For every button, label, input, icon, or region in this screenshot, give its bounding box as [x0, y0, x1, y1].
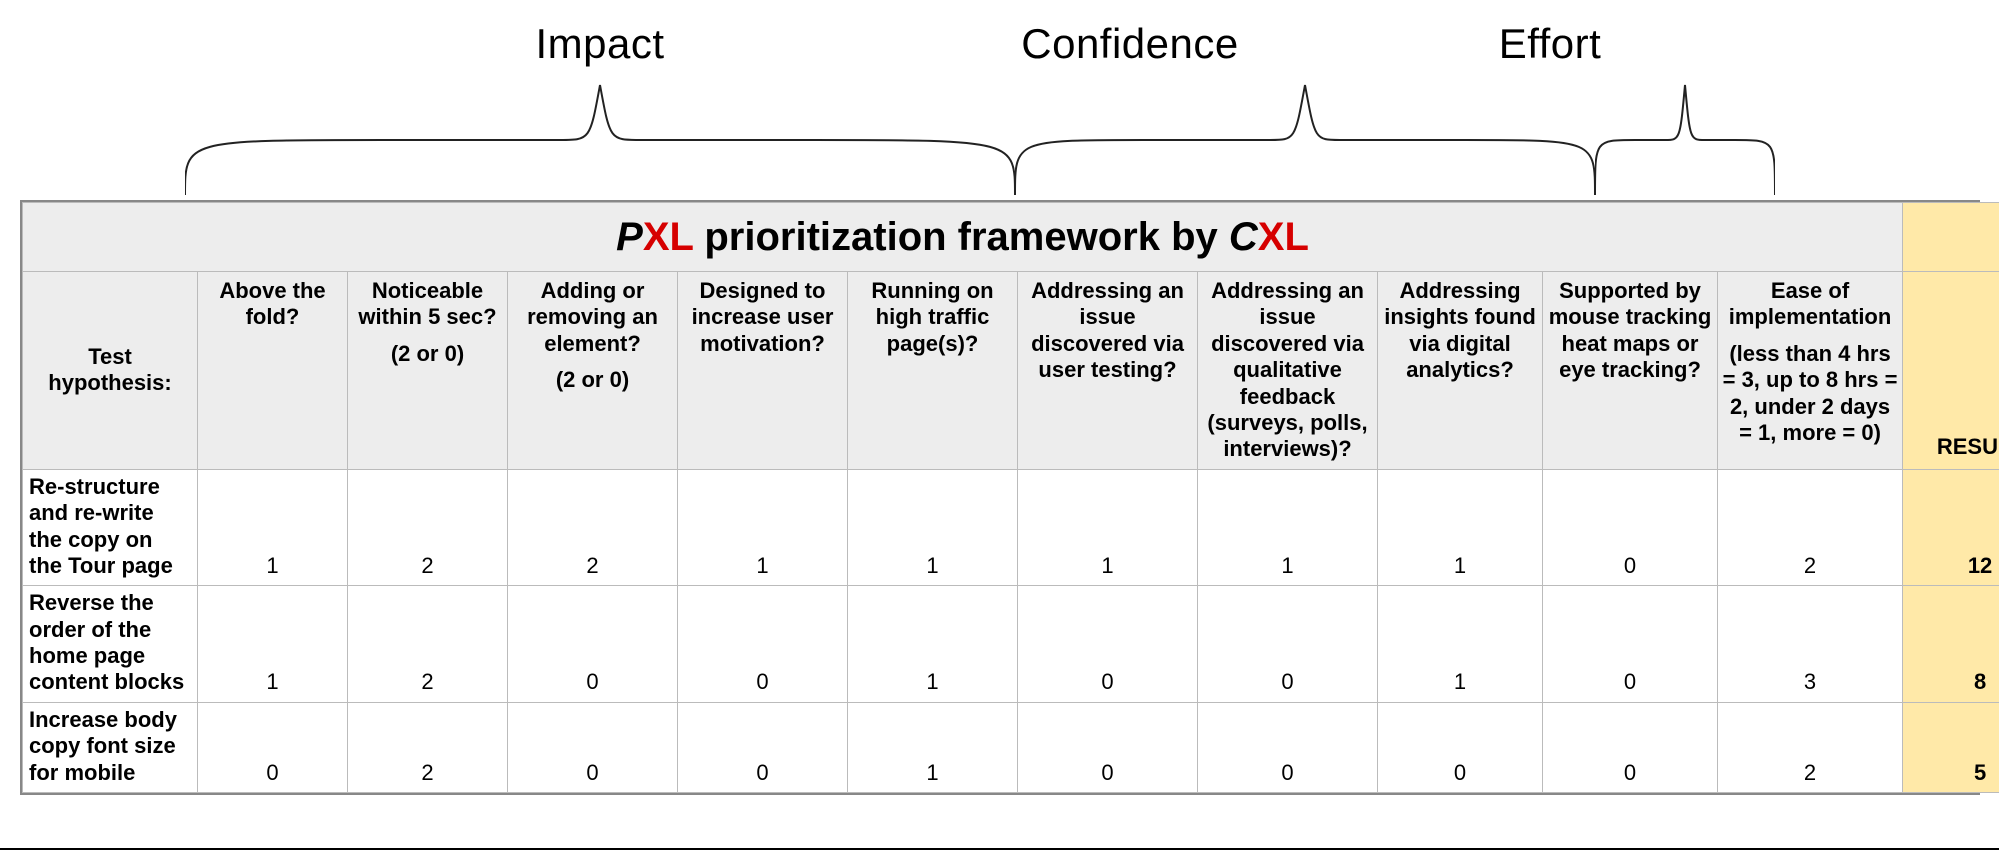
hypothesis-cell: Reverse the order of the home page conte…: [23, 586, 198, 703]
title-mid: prioritization framework by: [693, 215, 1229, 259]
header-mouse-track: Supported by mouse tracking heat maps or…: [1543, 272, 1718, 470]
value-cell: 2: [348, 469, 508, 586]
diagram-canvas: Impact Confidence Effort PXL prioritizat…: [0, 0, 1999, 852]
table-body: Re-structure and re-write the copy on th…: [23, 469, 1999, 792]
header-result: RESULT: [1903, 272, 1999, 470]
value-cell: 0: [1543, 469, 1718, 586]
value-cell: 0: [1543, 702, 1718, 792]
title-xl2: XL: [1258, 215, 1309, 259]
value-cell: 1: [198, 469, 348, 586]
value-cell: 2: [1718, 702, 1903, 792]
header-ease-sub: (less than 4 hrs = 3, up to 8 hrs = 2, u…: [1722, 341, 1898, 447]
group-label-effort: Effort: [1420, 20, 1680, 68]
result-cell: 5: [1903, 702, 1999, 792]
value-cell: 1: [1018, 469, 1198, 586]
value-cell: 1: [1198, 469, 1378, 586]
header-qualitative: Addressing an issue discovered via quali…: [1198, 272, 1378, 470]
value-cell: 0: [1198, 586, 1378, 703]
title-result-spacer: [1903, 203, 1999, 272]
value-cell: 2: [348, 586, 508, 703]
value-cell: 2: [508, 469, 678, 586]
value-cell: 1: [848, 469, 1018, 586]
table-row: Reverse the order of the home page conte…: [23, 586, 1999, 703]
value-cell: 0: [1018, 586, 1198, 703]
value-cell: 0: [198, 702, 348, 792]
title-p: P: [616, 215, 643, 259]
header-noticeable-sub: (2 or 0): [352, 341, 503, 367]
header-add-remove-sub: (2 or 0): [512, 367, 673, 393]
value-cell: 0: [1018, 702, 1198, 792]
hypothesis-cell: Re-structure and re-write the copy on th…: [23, 469, 198, 586]
value-cell: 1: [678, 469, 848, 586]
value-cell: 3: [1718, 586, 1903, 703]
header-add-remove: Adding or removing an element? (2 or 0): [508, 272, 678, 470]
value-cell: 0: [508, 586, 678, 703]
header-analytics: Addressing insights found via digital an…: [1378, 272, 1543, 470]
title-c: C: [1229, 215, 1258, 259]
value-cell: 0: [1198, 702, 1378, 792]
table-header-row: Test hypothesis: Above the fold? Noticea…: [23, 272, 1999, 470]
value-cell: 1: [1378, 469, 1543, 586]
group-label-impact: Impact: [470, 20, 730, 68]
value-cell: 0: [508, 702, 678, 792]
table-row: Increase body copy font size for mobile …: [23, 702, 1999, 792]
table-row: Re-structure and re-write the copy on th…: [23, 469, 1999, 586]
group-label-confidence: Confidence: [940, 20, 1320, 68]
header-ease-text: Ease of implementation: [1729, 278, 1892, 329]
table-title-row: PXL prioritization framework by CXL: [23, 203, 1999, 272]
hypothesis-cell: Increase body copy font size for mobile: [23, 702, 198, 792]
header-ease: Ease of implementation (less than 4 hrs …: [1718, 272, 1903, 470]
header-noticeable-text: Noticeable within 5 sec?: [358, 278, 496, 329]
value-cell: 1: [198, 586, 348, 703]
header-noticeable: Noticeable within 5 sec? (2 or 0): [348, 272, 508, 470]
value-cell: 2: [348, 702, 508, 792]
value-cell: 0: [678, 586, 848, 703]
value-cell: 1: [848, 702, 1018, 792]
brace-confidence-icon: [1015, 80, 1595, 200]
header-above-fold: Above the fold?: [198, 272, 348, 470]
table-title: PXL prioritization framework by CXL: [23, 203, 1903, 272]
framework-table: PXL prioritization framework by CXL Test…: [20, 200, 1980, 795]
value-cell: 0: [678, 702, 848, 792]
value-cell: 0: [1543, 586, 1718, 703]
result-cell: 8: [1903, 586, 1999, 703]
value-cell: 1: [848, 586, 1018, 703]
value-cell: 1: [1378, 586, 1543, 703]
header-motivation: Designed to increase user motivation?: [678, 272, 848, 470]
header-high-traffic: Running on high traffic page(s)?: [848, 272, 1018, 470]
value-cell: 0: [1378, 702, 1543, 792]
value-cell: 2: [1718, 469, 1903, 586]
header-test-hypothesis: Test hypothesis:: [23, 272, 198, 470]
page-rule: [0, 848, 1999, 850]
result-cell: 12: [1903, 469, 1999, 586]
header-add-remove-text: Adding or removing an element?: [527, 278, 658, 356]
title-xl1: XL: [643, 215, 693, 259]
brace-impact-icon: [185, 80, 1015, 200]
header-user-testing: Addressing an issue discovered via user …: [1018, 272, 1198, 470]
brace-effort-icon: [1595, 80, 1775, 200]
